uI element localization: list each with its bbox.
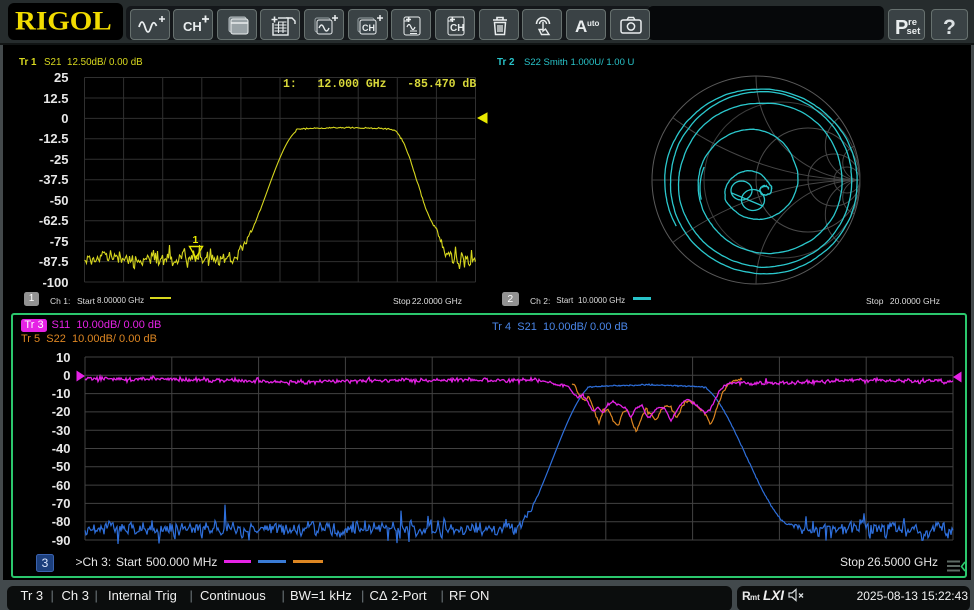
svg-text:CH: CH bbox=[450, 23, 464, 34]
svg-text:CH: CH bbox=[362, 23, 375, 33]
svg-text:A: A bbox=[575, 17, 587, 36]
svg-text:CH: CH bbox=[183, 19, 202, 34]
svg-text:?: ? bbox=[943, 16, 956, 39]
svg-text:uto: uto bbox=[587, 19, 600, 28]
svg-text:set: set bbox=[906, 26, 921, 37]
